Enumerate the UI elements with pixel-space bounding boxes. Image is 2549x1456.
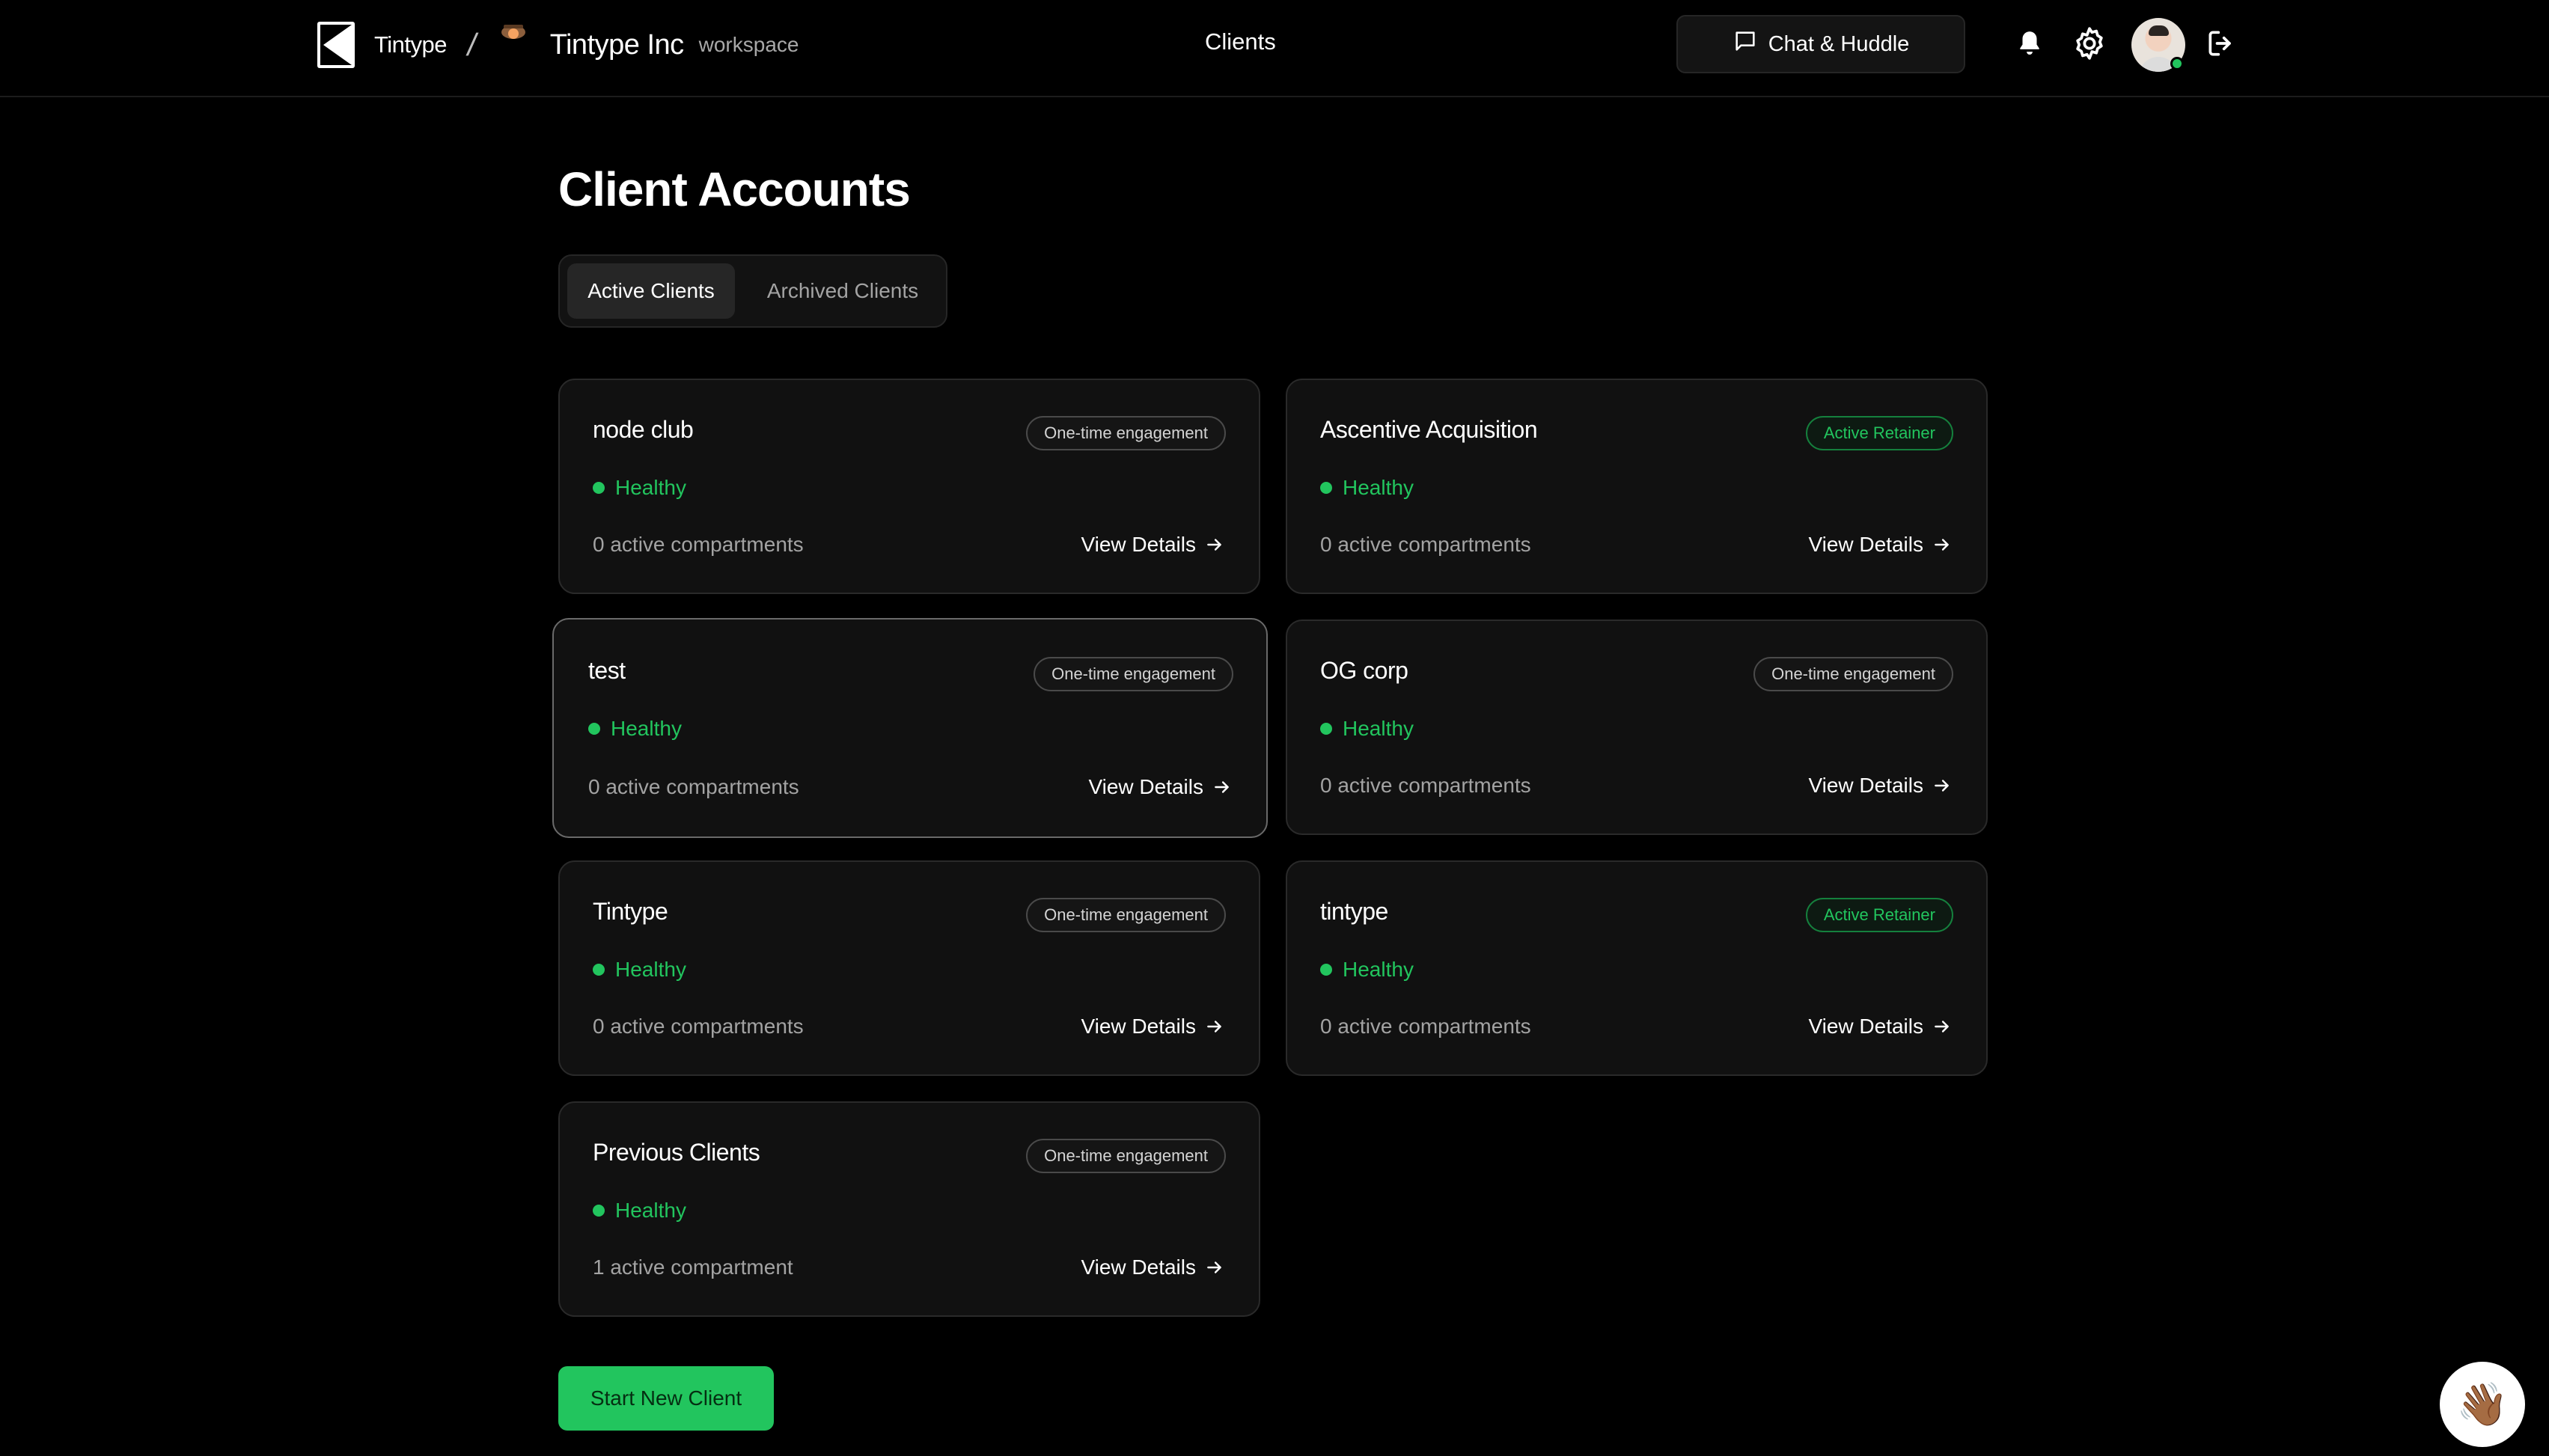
nav-clients-link[interactable]: Clients xyxy=(1205,28,1276,55)
view-details-label: View Details xyxy=(1808,1015,1923,1038)
status-dot xyxy=(588,723,600,735)
health-status-label: Healthy xyxy=(611,717,682,740)
logo-icon[interactable] xyxy=(317,22,355,68)
breadcrumb-separator: / xyxy=(464,27,480,62)
top-navbar: Tintype / Tintype Inc workspace Clients … xyxy=(0,0,2549,97)
brand-breadcrumb: Tintype / Tintype Inc workspace xyxy=(317,17,799,69)
view-details-link[interactable]: View Details xyxy=(1808,774,1952,798)
chat-icon xyxy=(1733,28,1758,60)
compartment-count: 0 active compartments xyxy=(1320,1015,1531,1038)
view-details-label: View Details xyxy=(1081,1255,1196,1279)
chat-button-label: Chat & Huddle xyxy=(1768,31,1910,56)
health-status-label: Healthy xyxy=(615,476,686,499)
brand-name[interactable]: Tintype xyxy=(374,31,448,58)
view-details-link[interactable]: View Details xyxy=(1808,1015,1952,1039)
tab-archived-clients[interactable]: Archived Clients xyxy=(753,263,932,319)
compartment-count: 0 active compartments xyxy=(1320,774,1531,797)
workspace-name[interactable]: Tintype Inc xyxy=(550,29,684,61)
engagement-badge: Active Retainer xyxy=(1805,898,1953,932)
health-status-label: Healthy xyxy=(615,958,686,981)
client-card[interactable]: OG corp One-time engagement Healthy 0 ac… xyxy=(1286,620,1988,835)
client-name: test xyxy=(588,657,626,684)
engagement-badge: Active Retainer xyxy=(1805,416,1953,450)
compartment-count: 1 active compartment xyxy=(593,1255,793,1279)
client-name: node club xyxy=(593,416,694,443)
status-dot xyxy=(593,964,605,976)
arrow-right-icon xyxy=(1207,539,1221,551)
health-status: Healthy xyxy=(593,476,686,500)
client-card[interactable]: node club One-time engagement Healthy 0 … xyxy=(558,379,1260,594)
view-details-label: View Details xyxy=(1808,774,1923,797)
view-details-link[interactable]: View Details xyxy=(1808,533,1952,557)
tab-active-clients[interactable]: Active Clients xyxy=(567,263,735,319)
client-name: tintype xyxy=(1320,898,1388,925)
health-status: Healthy xyxy=(593,958,686,982)
health-status: Healthy xyxy=(588,717,682,741)
client-name: Previous Clients xyxy=(593,1139,760,1166)
view-details-label: View Details xyxy=(1081,533,1196,556)
status-dot xyxy=(1320,964,1332,976)
view-details-label: View Details xyxy=(1081,1015,1196,1038)
client-card[interactable]: test One-time engagement Healthy 0 activ… xyxy=(552,618,1268,838)
client-card[interactable]: tintype Active Retainer Healthy 0 active… xyxy=(1286,860,1988,1076)
arrow-right-icon xyxy=(1207,1021,1221,1033)
health-status-label: Healthy xyxy=(1343,476,1414,499)
compartment-count: 0 active compartments xyxy=(588,775,799,798)
compartment-count: 0 active compartments xyxy=(1320,533,1531,556)
view-details-label: View Details xyxy=(1088,775,1203,798)
view-details-link[interactable]: View Details xyxy=(1088,775,1232,799)
arrow-right-icon xyxy=(1935,539,1949,551)
chat-huddle-button[interactable]: Chat & Huddle xyxy=(1676,15,1965,73)
status-dot xyxy=(1320,723,1332,735)
status-dot xyxy=(593,1205,605,1217)
start-new-client-button[interactable]: Start New Client xyxy=(558,1366,774,1431)
client-tabs: Active Clients Archived Clients xyxy=(558,254,947,328)
health-status: Healthy xyxy=(1320,958,1414,982)
health-status: Healthy xyxy=(1320,476,1414,500)
workspace-avatar xyxy=(495,17,531,52)
engagement-badge: One-time engagement xyxy=(1034,657,1233,691)
arrow-right-icon xyxy=(1935,1021,1949,1033)
page-title: Client Accounts xyxy=(558,162,911,216)
client-card[interactable]: Ascentive Acquisition Active Retainer He… xyxy=(1286,379,1988,594)
status-dot xyxy=(593,482,605,494)
status-dot xyxy=(1320,482,1332,494)
engagement-badge: One-time engagement xyxy=(1026,416,1226,450)
health-status: Healthy xyxy=(593,1199,686,1223)
wave-hand-icon[interactable]: 👋🏾 xyxy=(2440,1362,2525,1447)
client-name: OG corp xyxy=(1320,657,1408,684)
engagement-badge: One-time engagement xyxy=(1753,657,1953,691)
online-status-dot xyxy=(2170,57,2184,70)
health-status-label: Healthy xyxy=(1343,958,1414,981)
arrow-right-icon xyxy=(1215,781,1229,793)
gear-icon[interactable] xyxy=(2067,21,2112,66)
view-details-link[interactable]: View Details xyxy=(1081,1015,1224,1039)
view-details-label: View Details xyxy=(1808,533,1923,556)
compartment-count: 0 active compartments xyxy=(593,1015,804,1038)
view-details-link[interactable]: View Details xyxy=(1081,1255,1224,1279)
logout-icon[interactable] xyxy=(2199,21,2244,66)
workspace-label: workspace xyxy=(698,33,799,56)
health-status: Healthy xyxy=(1320,717,1414,741)
arrow-right-icon xyxy=(1935,780,1949,792)
arrow-right-icon xyxy=(1207,1261,1221,1273)
client-name: Tintype xyxy=(593,898,668,925)
client-card[interactable]: Tintype One-time engagement Healthy 0 ac… xyxy=(558,860,1260,1076)
client-card[interactable]: Previous Clients One-time engagement Hea… xyxy=(558,1101,1260,1317)
engagement-badge: One-time engagement xyxy=(1026,1139,1226,1173)
compartment-count: 0 active compartments xyxy=(593,533,804,556)
health-status-label: Healthy xyxy=(615,1199,686,1222)
view-details-link[interactable]: View Details xyxy=(1081,533,1224,557)
bell-icon[interactable] xyxy=(2007,21,2052,66)
client-name: Ascentive Acquisition xyxy=(1320,416,1538,443)
engagement-badge: One-time engagement xyxy=(1026,898,1226,932)
health-status-label: Healthy xyxy=(1343,717,1414,740)
